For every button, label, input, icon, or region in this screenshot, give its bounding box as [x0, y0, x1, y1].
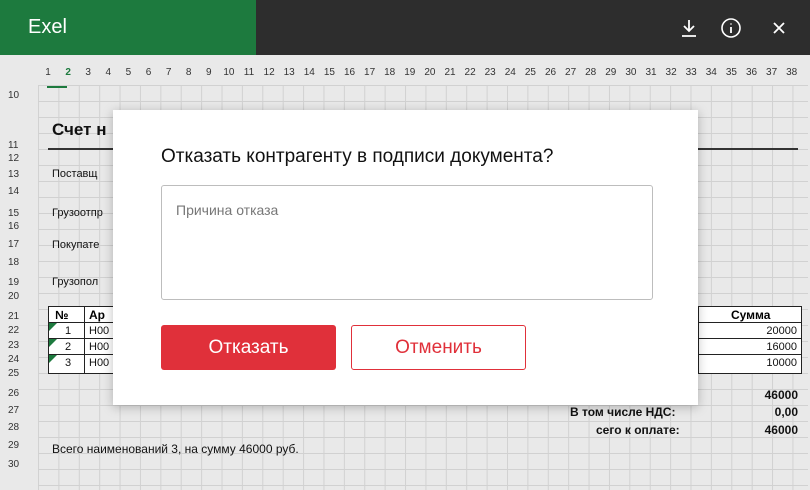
row-no-2: 2	[65, 341, 72, 353]
row-no-1: 1	[65, 325, 72, 337]
column-header[interactable]: 33	[681, 67, 701, 78]
top-bar: Exel	[0, 0, 810, 55]
header-art: Ар	[89, 308, 105, 322]
row-sum-1: 20000	[766, 325, 797, 337]
column-header[interactable]: 16	[340, 67, 360, 78]
consignee-label: Грузопол	[52, 276, 99, 288]
column-header[interactable]: 23	[480, 67, 500, 78]
selected-column-marker	[47, 86, 67, 88]
summary-text: Всего наименований 3, на сумму 46000 руб…	[52, 442, 299, 456]
reason-input[interactable]	[161, 185, 653, 300]
shipper-label: Грузоотпр	[52, 207, 103, 219]
download-icon[interactable]	[676, 15, 702, 41]
vat-value: 0,00	[774, 405, 798, 419]
row-header[interactable]: 24	[8, 354, 38, 365]
row-header[interactable]: 17	[8, 239, 38, 250]
to-pay-label: сего к оплате:	[596, 423, 680, 437]
row-header[interactable]: 30	[8, 459, 38, 470]
column-header[interactable]: 18	[380, 67, 400, 78]
row-header[interactable]: 21	[8, 311, 38, 322]
reject-button[interactable]: Отказать	[161, 325, 336, 370]
row-header[interactable]: 28	[8, 422, 38, 433]
column-header[interactable]: 12	[259, 67, 279, 78]
row-art-3: Н00	[89, 357, 110, 369]
column-header[interactable]: 21	[440, 67, 460, 78]
column-header[interactable]: 26	[541, 67, 561, 78]
header-sum: Сумма	[731, 308, 771, 322]
row-header[interactable]: 22	[8, 325, 38, 336]
column-header[interactable]: 19	[400, 67, 420, 78]
app-title: Exel	[0, 0, 256, 55]
column-header[interactable]: 35	[721, 67, 741, 78]
column-header[interactable]: 15	[319, 67, 339, 78]
document-title: Счет н	[52, 120, 107, 139]
column-header[interactable]: 20	[420, 67, 440, 78]
row-header[interactable]: 10	[8, 90, 38, 101]
column-header[interactable]: 37	[762, 67, 782, 78]
row-header[interactable]: 20	[8, 291, 38, 302]
column-header[interactable]: 34	[701, 67, 721, 78]
column-header[interactable]: 32	[661, 67, 681, 78]
row-header[interactable]: 12	[8, 153, 38, 164]
row-header[interactable]: 11	[8, 140, 38, 151]
row-header[interactable]: 26	[8, 388, 38, 399]
items-table-right: Сумма 20000 16000 10000	[698, 306, 802, 374]
row-header[interactable]: 18	[8, 257, 38, 268]
column-header[interactable]: 1	[38, 67, 58, 78]
column-header[interactable]: 11	[239, 67, 259, 78]
row-header[interactable]: 16	[8, 221, 38, 232]
column-header[interactable]: 4	[98, 67, 118, 78]
column-header[interactable]: 2	[58, 67, 78, 78]
column-header[interactable]: 9	[199, 67, 219, 78]
column-header[interactable]: 29	[601, 67, 621, 78]
close-icon[interactable]	[766, 15, 792, 41]
row-header[interactable]: 25	[8, 368, 38, 379]
column-header[interactable]: 24	[500, 67, 520, 78]
column-header[interactable]: 36	[742, 67, 762, 78]
row-header[interactable]: 19	[8, 277, 38, 288]
row-header[interactable]: 23	[8, 340, 38, 351]
row-sum-2: 16000	[766, 341, 797, 353]
buyer-label: Покупате	[52, 239, 100, 251]
row-header[interactable]: 29	[8, 440, 38, 451]
column-header[interactable]: 7	[159, 67, 179, 78]
column-header[interactable]: 27	[561, 67, 581, 78]
column-header[interactable]: 14	[299, 67, 319, 78]
column-header[interactable]: 38	[782, 67, 802, 78]
column-header[interactable]: 17	[360, 67, 380, 78]
title-underline-right	[698, 148, 798, 150]
column-header[interactable]: 30	[621, 67, 641, 78]
column-header[interactable]: 13	[279, 67, 299, 78]
column-header[interactable]: 6	[139, 67, 159, 78]
column-header[interactable]: 25	[520, 67, 540, 78]
column-header[interactable]: 28	[581, 67, 601, 78]
row-art-1: Н00	[89, 325, 110, 337]
info-icon[interactable]	[718, 15, 744, 41]
row-header[interactable]: 14	[8, 186, 38, 197]
row-header[interactable]: 15	[8, 208, 38, 219]
to-pay-value: 46000	[764, 423, 798, 437]
row-no-3: 3	[65, 357, 72, 369]
cancel-button[interactable]: Отменить	[351, 325, 526, 370]
row-header[interactable]: 27	[8, 405, 38, 416]
title-underline	[48, 148, 113, 150]
row-header[interactable]: 13	[8, 169, 38, 180]
row-art-2: Н00	[89, 341, 110, 353]
column-header[interactable]: 22	[460, 67, 480, 78]
column-header[interactable]: 3	[78, 67, 98, 78]
column-header[interactable]: 31	[641, 67, 661, 78]
column-headers: 1 2 3 4 5 6 7 8 9 10 11 12 13 14 15 16 17 18 19 20 21 22 23 24 2…	[38, 67, 808, 81]
items-table-left: № Ар 1 Н00 2 Н00 3 Н00	[48, 306, 115, 374]
column-header[interactable]: 10	[219, 67, 239, 78]
dialog-title: Отказать контрагенту в подписи документа…	[161, 146, 554, 167]
supplier-label: Поставщ	[52, 168, 98, 180]
row-sum-3: 10000	[766, 357, 797, 369]
total-value: 46000	[764, 388, 798, 402]
header-no: №	[55, 308, 69, 322]
column-header[interactable]: 8	[179, 67, 199, 78]
vat-label: В том числе НДС:	[570, 405, 676, 419]
column-header[interactable]: 5	[118, 67, 138, 78]
reject-dialog: Отказать контрагенту в подписи документа…	[113, 110, 698, 405]
